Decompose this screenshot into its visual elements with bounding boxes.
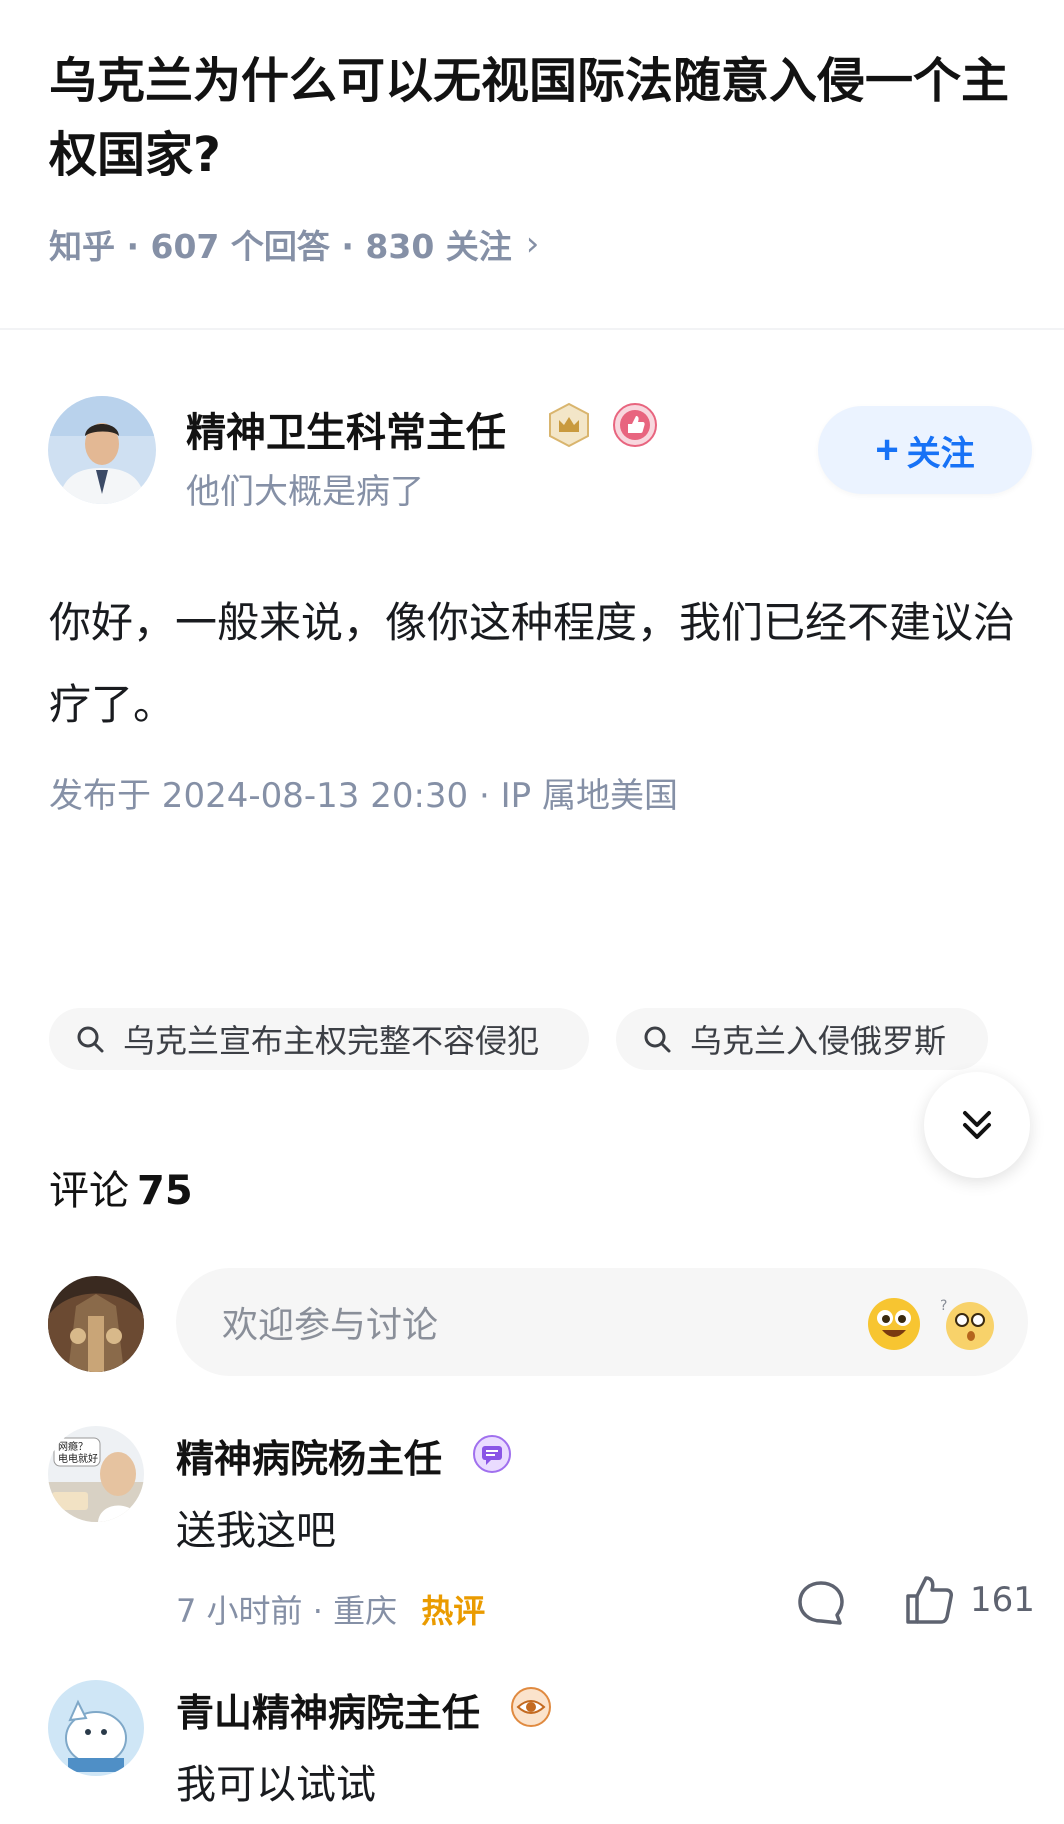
question-meta[interactable]: 知乎 · 607 个回答 · 830 关注 › <box>49 220 539 268</box>
svg-text:?: ? <box>940 1298 947 1314</box>
plus-icon: + <box>875 427 899 472</box>
author-name[interactable]: 精神卫生科常主任 <box>186 400 506 458</box>
related-search-label: 乌克兰入侵俄罗斯 <box>690 1022 947 1060</box>
related-search-label: 乌克兰宣布主权完整不容侵犯 <box>123 1022 540 1060</box>
question-stats: 知乎 · 607 个回答 · 830 关注 <box>49 227 512 266</box>
commenter-avatar[interactable]: 网瘾？ 电电就好 <box>48 1426 144 1522</box>
author-bio: 他们大概是病了 <box>186 472 424 512</box>
current-user-avatar[interactable] <box>48 1276 144 1372</box>
emoji-kiss-icon[interactable]: ? <box>938 1296 996 1352</box>
related-search-chip[interactable]: 乌克兰入侵俄罗斯 <box>616 1008 988 1070</box>
comments-count: 75 <box>137 1168 193 1214</box>
comment-text: 我可以试试 <box>176 1762 376 1808</box>
thumbs-up-badge-icon <box>612 402 658 448</box>
section-divider <box>0 328 1064 330</box>
follow-label: 关注 <box>906 434 975 473</box>
follow-button[interactable]: + 关注 <box>818 406 1032 494</box>
answer-publish-info: 发布于 2024-08-13 20:30 · IP 属地美国 <box>49 776 678 816</box>
search-icon <box>644 1026 671 1053</box>
answer-content: 你好，一般来说，像你这种程度，我们已经不建议治疗了。 <box>49 598 1016 729</box>
double-chevron-down-icon <box>963 1111 991 1139</box>
search-icon <box>77 1026 104 1053</box>
like-count: 161 <box>970 1580 1035 1620</box>
related-search-chip[interactable]: 乌克兰宣布主权完整不容侵犯 <box>49 1008 589 1070</box>
emoji-grin-icon[interactable] <box>866 1296 922 1352</box>
commenter-name[interactable]: 青山精神病院主任 <box>176 1682 480 1737</box>
commenter-avatar[interactable] <box>48 1680 144 1776</box>
comment-text: 送我这吧 <box>176 1508 336 1554</box>
comments-title: 评论 <box>49 1168 129 1214</box>
meta-separator: · <box>312 1592 334 1630</box>
comment-time: 7 小时前 <box>176 1592 303 1630</box>
comment-badge-icon <box>472 1434 512 1474</box>
expand-next-button[interactable] <box>924 1072 1030 1178</box>
question-title[interactable]: 乌克兰为什么可以无视国际法随意入侵一个主权国家? <box>49 44 1039 192</box>
avatar-caption-line1: 网瘾？ <box>58 1440 88 1453</box>
comments-header: 评论 75 <box>49 1158 193 1216</box>
reply-icon[interactable] <box>796 1578 846 1628</box>
crown-badge-icon <box>546 402 592 448</box>
avatar-caption-line2: 电电就好 <box>58 1452 98 1465</box>
hot-comment-tag: 热评 <box>421 1592 486 1630</box>
comment-meta: 7 小时前 · 重庆 热评 <box>176 1586 485 1632</box>
chevron-right-icon: › <box>525 224 540 264</box>
commenter-name[interactable]: 精神病院杨主任 <box>176 1428 442 1483</box>
comment-location: 重庆 <box>333 1592 398 1630</box>
author-avatar[interactable] <box>48 396 156 504</box>
eye-badge-icon <box>510 1686 552 1728</box>
like-icon[interactable] <box>904 1574 954 1626</box>
